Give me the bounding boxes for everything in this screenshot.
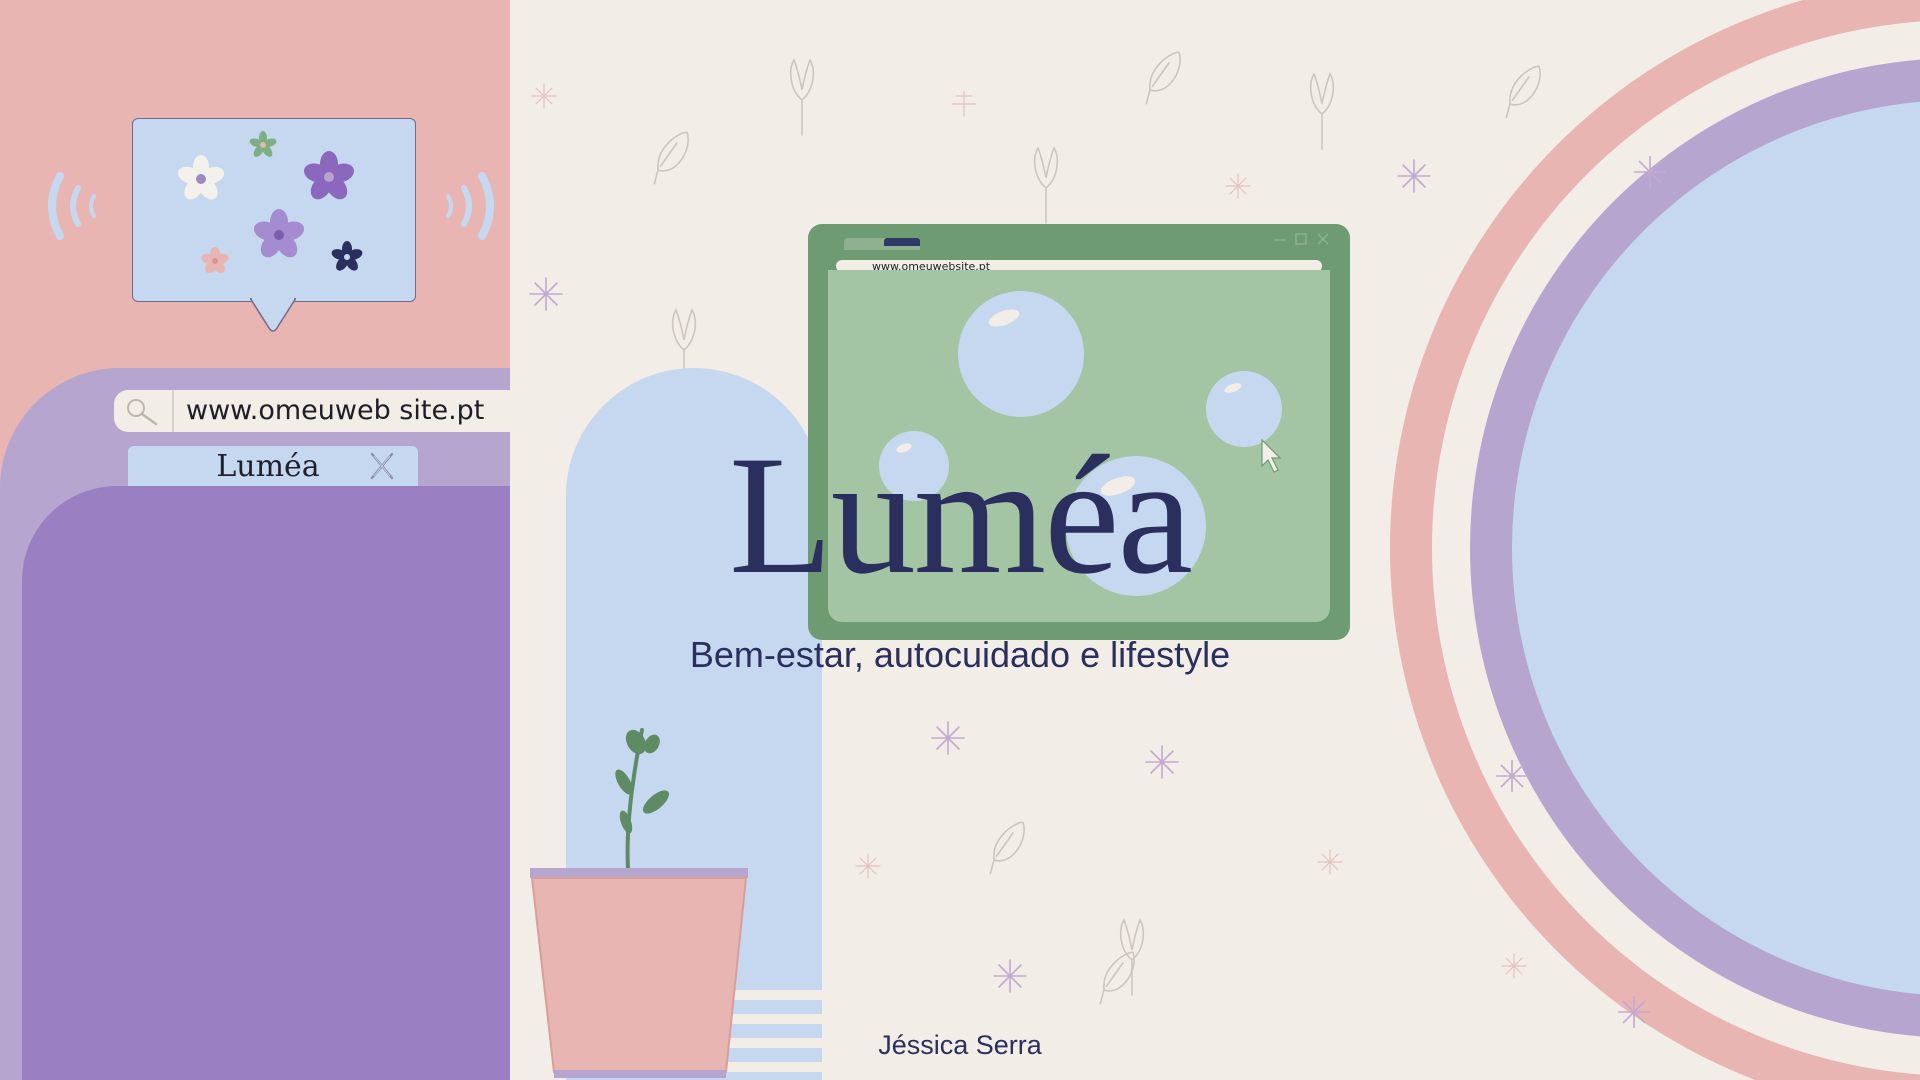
address-bar-url: www.omeuweb site.pt [186, 395, 485, 426]
author-name: Jéssica Serra [878, 1030, 1042, 1060]
bubble-icon [958, 291, 1084, 417]
address-bar[interactable]: www.omeuweb site.pt [114, 390, 510, 432]
search-icon[interactable] [114, 390, 174, 432]
speech-bubble-tail [250, 298, 296, 332]
flower-icon [331, 241, 363, 271]
flowers-illustration [177, 131, 363, 274]
close-icon[interactable] [366, 450, 398, 482]
window-tab-active [884, 238, 920, 246]
flower-speech-bubble [132, 118, 416, 302]
sound-waves-right-icon [446, 172, 494, 240]
window-controls-icon [1274, 233, 1329, 245]
left-panel-purple-layer [22, 486, 510, 1080]
sound-waves-left-icon [48, 172, 96, 240]
brand-tagline: Bem-estar, autocuidado e lifestyle [689, 634, 1231, 675]
flower-icon [201, 247, 229, 274]
brand-title: Luméa [729, 421, 1193, 609]
flower-icon [253, 209, 305, 258]
flower-icon [177, 155, 225, 200]
potted-plant-illustration [530, 728, 748, 1078]
flower-icon [303, 151, 355, 200]
concentric-rings-decoration [1390, 0, 1920, 1080]
browser-tab[interactable]: Luméa [128, 446, 418, 486]
flower-icon [249, 131, 277, 157]
